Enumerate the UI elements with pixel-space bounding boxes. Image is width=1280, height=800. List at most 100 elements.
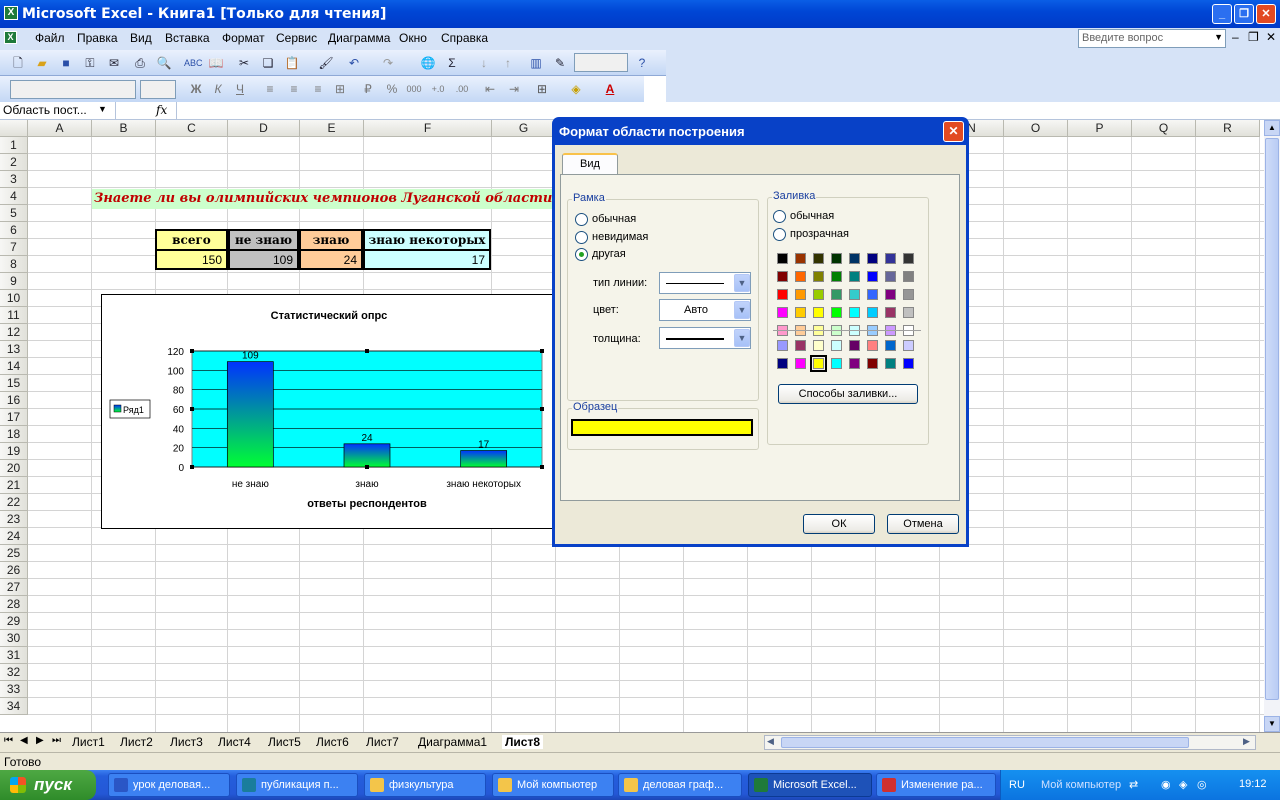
horizontal-scrollbar[interactable]: ◀ ▶ <box>764 735 1256 750</box>
color-swatch[interactable] <box>795 358 806 369</box>
color-swatch[interactable] <box>885 358 896 369</box>
autosum-icon[interactable]: Σ <box>444 55 460 71</box>
row-header[interactable]: 17 <box>0 409 28 426</box>
radio-border-custom[interactable] <box>575 248 588 261</box>
row-header[interactable]: 31 <box>0 647 28 664</box>
sheet-tab[interactable]: Лист6 <box>316 735 349 749</box>
color-swatch[interactable] <box>777 307 788 318</box>
color-swatch[interactable] <box>849 358 860 369</box>
row-header[interactable]: 22 <box>0 494 28 511</box>
color-swatch[interactable] <box>813 271 824 282</box>
help-question-input[interactable]: Введите вопрос ▼ <box>1078 29 1226 48</box>
menu-tools[interactable]: Сервис <box>276 31 317 45</box>
row-header[interactable]: 32 <box>0 664 28 681</box>
font-name-combo[interactable] <box>10 80 136 99</box>
sheet-tab[interactable]: Лист7 <box>366 735 399 749</box>
dropdown-arrow-icon[interactable]: ▼ <box>734 301 750 319</box>
color-swatch[interactable] <box>831 340 842 351</box>
redo-icon[interactable]: ↷ <box>380 55 396 71</box>
color-swatch[interactable] <box>885 253 896 264</box>
selection-handle[interactable] <box>190 407 194 411</box>
radio-border-normal[interactable] <box>575 213 588 226</box>
selection-handle[interactable] <box>365 465 369 469</box>
menu-format[interactable]: Формат <box>222 31 265 45</box>
line-type-dropdown[interactable]: ▼ <box>659 272 751 294</box>
color-swatch[interactable] <box>831 307 842 318</box>
row-header[interactable]: 2 <box>0 154 28 171</box>
selection-handle[interactable] <box>540 407 544 411</box>
row-header[interactable]: 29 <box>0 613 28 630</box>
color-swatch[interactable] <box>813 289 824 300</box>
radio-border-none-label[interactable]: невидимая <box>592 231 648 243</box>
zoom-combo[interactable] <box>574 53 628 72</box>
scroll-right-button[interactable]: ▶ <box>1243 736 1250 747</box>
color-swatch[interactable] <box>813 340 824 351</box>
color-swatch[interactable] <box>831 253 842 264</box>
selection-handle[interactable] <box>540 465 544 469</box>
currency-icon[interactable]: ₽ <box>360 81 376 97</box>
dropdown-arrow-icon[interactable]: ▼ <box>734 274 750 292</box>
taskbar-task[interactable]: Изменение ра... <box>876 773 996 797</box>
row-header[interactable]: 10 <box>0 290 28 307</box>
color-swatch[interactable] <box>885 340 896 351</box>
row-header[interactable]: 21 <box>0 477 28 494</box>
color-swatch[interactable] <box>777 271 788 282</box>
row-header[interactable]: 11 <box>0 307 28 324</box>
print-icon[interactable]: ⎙ <box>132 55 148 71</box>
open-folder-icon[interactable]: ▰ <box>34 55 50 71</box>
help-icon[interactable]: ? <box>634 55 650 71</box>
align-center-icon[interactable]: ≡ <box>286 81 302 97</box>
insert-function-icon[interactable]: fx <box>156 103 167 117</box>
increase-indent-icon[interactable]: ⇥ <box>506 81 522 97</box>
color-swatch[interactable] <box>777 289 788 300</box>
borders-icon[interactable]: ⊞ <box>534 81 550 97</box>
italic-icon[interactable]: К <box>210 81 226 97</box>
column-header[interactable]: G <box>492 120 556 137</box>
color-swatch[interactable] <box>795 307 806 318</box>
sheet-tab[interactable]: Лист5 <box>268 735 301 749</box>
row-header[interactable]: 12 <box>0 324 28 341</box>
taskbar-task[interactable]: физкультура <box>364 773 486 797</box>
color-swatch[interactable] <box>903 307 914 318</box>
row-header[interactable]: 25 <box>0 545 28 562</box>
header-total[interactable]: всего <box>155 229 228 251</box>
taskbar-task[interactable]: урок деловая... <box>108 773 230 797</box>
last-sheet-icon[interactable]: ⏭ <box>52 735 61 746</box>
name-box-arrow-icon[interactable]: ▼ <box>98 104 107 114</box>
header-dont-know[interactable]: не знаю <box>228 229 299 251</box>
paste-icon[interactable]: 📋 <box>284 55 300 71</box>
row-header[interactable]: 4 <box>0 188 28 205</box>
cancel-button[interactable]: Отмена <box>887 514 959 534</box>
row-header[interactable]: 26 <box>0 562 28 579</box>
bar[interactable] <box>460 450 508 468</box>
menu-edit[interactable]: Правка <box>77 31 118 45</box>
permission-icon[interactable]: ⚿ <box>82 55 98 71</box>
increase-decimal-icon[interactable]: +.0 <box>430 81 446 97</box>
research-icon[interactable]: 📖 <box>208 55 224 71</box>
font-size-combo[interactable] <box>140 80 176 99</box>
color-swatch[interactable] <box>849 340 860 351</box>
row-header[interactable]: 1 <box>0 137 28 154</box>
clock[interactable]: 19:12 <box>1239 778 1267 790</box>
decrease-indent-icon[interactable]: ⇤ <box>482 81 498 97</box>
column-header[interactable]: A <box>28 120 92 137</box>
row-header[interactable]: 33 <box>0 681 28 698</box>
document-icon[interactable]: X <box>4 31 17 44</box>
underline-icon[interactable]: Ч <box>232 81 248 97</box>
header-know[interactable]: знаю <box>299 229 363 251</box>
align-left-icon[interactable]: ≡ <box>262 81 278 97</box>
row-header[interactable]: 15 <box>0 375 28 392</box>
value-dont-know[interactable]: 109 <box>228 249 299 270</box>
color-swatch[interactable] <box>831 271 842 282</box>
color-swatch[interactable] <box>849 253 860 264</box>
tray-icon-1[interactable]: ◉ <box>1161 778 1171 791</box>
copy-icon[interactable]: ❏ <box>260 55 276 71</box>
minimize-button[interactable]: _ <box>1212 4 1232 24</box>
radio-border-none[interactable] <box>575 231 588 244</box>
row-header[interactable]: 18 <box>0 426 28 443</box>
dropdown-arrow-icon[interactable]: ▼ <box>734 329 750 347</box>
menu-chart[interactable]: Диаграмма <box>328 31 390 45</box>
column-header[interactable]: R <box>1196 120 1260 137</box>
hscroll-thumb[interactable] <box>781 737 1189 748</box>
bar[interactable] <box>343 443 391 468</box>
